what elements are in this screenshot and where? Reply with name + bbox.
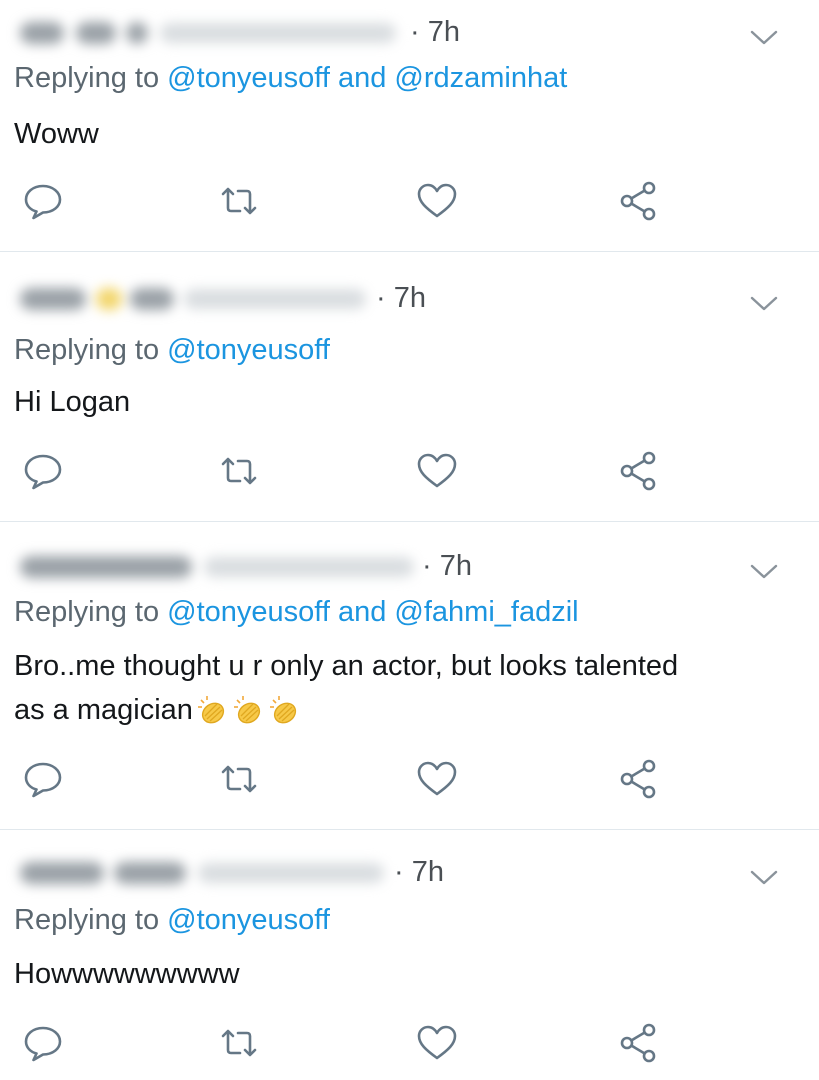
reply-icon <box>24 1026 62 1062</box>
tweet-text-line: Howwwwwwwww <box>14 958 240 990</box>
tweet-text-line-2: as a magician <box>14 688 794 732</box>
replying-to-label: Replying to <box>14 596 160 628</box>
mention-link[interactable]: @tonyeusoff <box>167 596 330 628</box>
reply-icon <box>24 184 62 220</box>
mention-link[interactable]: @tonyeusoff <box>167 334 330 366</box>
mention-link[interactable]: @tonyeusoff <box>167 904 330 936</box>
replying-to-label: Replying to <box>14 904 160 936</box>
tweet-actions <box>0 178 819 228</box>
like-button[interactable] <box>414 756 460 802</box>
reply-icon <box>24 454 62 490</box>
chevron-down-icon[interactable] <box>749 556 779 586</box>
share-button[interactable] <box>616 1020 662 1066</box>
tweet-text-line: as a magician <box>14 694 193 726</box>
retweet-button[interactable] <box>216 178 262 224</box>
redacted-username <box>14 858 388 888</box>
tweet-card[interactable]: · 7h Replying to @tonyeusoff and @rdzami… <box>0 0 819 252</box>
share-button[interactable] <box>616 448 662 494</box>
tweet-actions <box>0 1020 819 1070</box>
replying-to-line: Replying to @tonyeusoff <box>14 904 330 937</box>
heart-icon <box>417 761 457 796</box>
mention-link[interactable]: @fahmi_fadzil <box>394 596 578 628</box>
clapping-hands-emoji <box>269 696 297 724</box>
retweet-button[interactable] <box>216 756 262 802</box>
tweet-header: · 7h <box>14 852 819 896</box>
redacted-username <box>14 18 400 48</box>
replying-to-line: Replying to @tonyeusoff and @rdzaminhat <box>14 62 567 95</box>
tweet-timestamp: · 7h <box>422 550 472 582</box>
reply-button[interactable] <box>20 448 66 494</box>
share-button[interactable] <box>616 178 662 224</box>
tweet-header: · 7h <box>14 546 819 590</box>
tweet-timestamp: · 7h <box>394 856 444 888</box>
retweet-button[interactable] <box>216 1020 262 1066</box>
redacted-username <box>14 552 418 582</box>
replying-to-label: Replying to <box>14 334 160 366</box>
retweet-icon <box>221 457 257 485</box>
retweet-button[interactable] <box>216 448 262 494</box>
tweet-text: Hi Logan <box>14 380 794 424</box>
reply-button[interactable] <box>20 178 66 224</box>
tweet-actions <box>0 756 819 806</box>
share-button[interactable] <box>616 756 662 802</box>
replying-to-line: Replying to @tonyeusoff <box>14 334 330 367</box>
tweet-text: Bro..me thought u r only an actor, but l… <box>14 644 794 732</box>
mention-link[interactable]: @tonyeusoff <box>167 62 330 94</box>
retweet-icon <box>221 765 257 793</box>
chevron-down-icon[interactable] <box>749 288 779 318</box>
tweet-text-line: Hi Logan <box>14 386 131 418</box>
redacted-username <box>14 284 370 314</box>
tweet-text: Woww <box>14 112 794 156</box>
retweet-icon <box>221 1029 257 1057</box>
chevron-down-icon[interactable] <box>749 862 779 892</box>
mention-link[interactable]: @rdzaminhat <box>394 62 567 94</box>
tweet-timestamp: · 7h <box>410 16 460 48</box>
reply-icon <box>24 762 62 798</box>
clapping-hands-emoji <box>197 696 225 724</box>
clapping-hands-emoji <box>233 696 261 724</box>
tweet-header: · 7h <box>14 12 819 56</box>
share-icon <box>620 451 656 491</box>
tweet-header: · 7h <box>14 278 819 322</box>
tweet-timestamp: · 7h <box>376 282 426 314</box>
reply-button[interactable] <box>20 1020 66 1066</box>
like-button[interactable] <box>414 448 460 494</box>
heart-icon <box>417 453 457 488</box>
tweet-text-line: Bro..me thought u r only an actor, but l… <box>14 650 679 682</box>
share-icon <box>620 759 656 799</box>
tweet-text-line: Woww <box>14 118 99 150</box>
retweet-icon <box>221 187 257 215</box>
chevron-down-icon[interactable] <box>749 22 779 52</box>
mention-connector: and <box>337 62 387 94</box>
tweet-text: Howwwwwwwww <box>14 952 794 996</box>
tweet-card[interactable]: · 7h Replying to @tonyeusoff and @fahmi_… <box>0 522 819 830</box>
tweet-actions <box>0 448 819 498</box>
share-icon <box>620 181 656 221</box>
like-button[interactable] <box>414 1020 460 1066</box>
heart-icon <box>417 183 457 218</box>
share-icon <box>620 1023 656 1063</box>
mention-connector: and <box>337 596 387 628</box>
like-button[interactable] <box>414 178 460 224</box>
replying-to-line: Replying to @tonyeusoff and @fahmi_fadzi… <box>14 596 579 629</box>
tweet-card[interactable]: · 7h Replying to @tonyeusoff Howwwwwwwww <box>0 830 819 1080</box>
tweet-card[interactable]: · 7h Replying to @tonyeusoff Hi Logan <box>0 252 819 522</box>
replying-to-label: Replying to <box>14 62 160 94</box>
reply-button[interactable] <box>20 756 66 802</box>
heart-icon <box>417 1025 457 1060</box>
